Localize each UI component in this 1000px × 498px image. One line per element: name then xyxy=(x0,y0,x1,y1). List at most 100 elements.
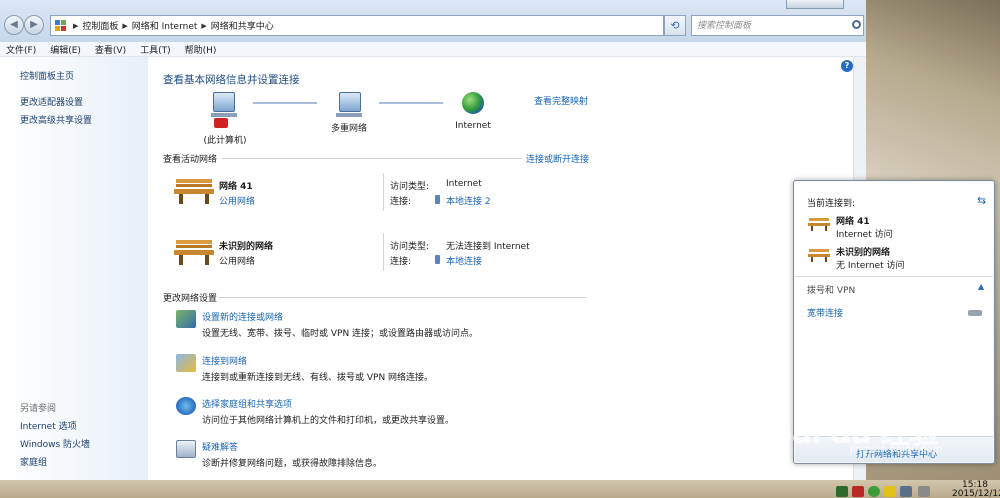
network-name: 网络 41 xyxy=(219,182,253,192)
volume-icon[interactable] xyxy=(918,486,930,497)
sidebar-item-sharing[interactable]: 更改高级共享设置 xyxy=(20,113,92,126)
breadcrumb-control-panel[interactable]: 控制面板 xyxy=(82,19,118,32)
access-type-value: Internet xyxy=(446,179,482,189)
sidebar-item-adapter[interactable]: 更改适配器设置 xyxy=(20,95,83,108)
control-panel-window: ◀ ▶ ▶ 控制面板 ▶ 网络和 Internet ▶ 网络和共享中心 ⟲ 搜索… xyxy=(0,0,866,480)
menu-file[interactable]: 文件(F) xyxy=(6,43,36,56)
flyout-network-name[interactable]: 网络 41 xyxy=(836,214,870,227)
chevron-right-icon: ▶ xyxy=(73,21,79,30)
computer-icon xyxy=(213,92,235,112)
connection-line xyxy=(253,102,317,104)
shield-icon[interactable] xyxy=(868,486,880,497)
network-type-link[interactable]: 公用网络 xyxy=(219,194,255,207)
chevron-right-icon: ▶ xyxy=(201,21,207,30)
task-homegroup[interactable]: 选择家庭组和共享选项 xyxy=(202,397,292,410)
bench-icon xyxy=(808,217,830,231)
connect-disconnect-link[interactable]: 连接或断开连接 xyxy=(526,152,589,165)
access-type-value: 无法连接到 Internet xyxy=(446,242,530,252)
tray-icon[interactable] xyxy=(836,486,848,497)
connection-link[interactable]: 本地连接 2 xyxy=(446,194,491,207)
public-network-bench-icon xyxy=(174,236,214,266)
desktop-wallpaper-corner xyxy=(865,0,1000,180)
chevron-right-icon: ▶ xyxy=(122,21,128,30)
refresh-icon[interactable]: ⇆ xyxy=(977,194,986,207)
task-troubleshoot[interactable]: 疑难解答 xyxy=(202,440,238,453)
connect-network-icon xyxy=(176,354,196,372)
sidebar-item-homegroup[interactable]: 家庭组 xyxy=(20,455,47,468)
bench-icon xyxy=(808,248,830,262)
baidu-watermark-url: jingyan.baidu.com xyxy=(850,444,943,455)
disconnected-x-icon xyxy=(214,118,228,128)
divider xyxy=(218,297,587,298)
collapse-chevron-icon[interactable]: ▲ xyxy=(978,282,984,291)
divider xyxy=(795,276,993,277)
dialup-vpn-header: 拨号和 VPN xyxy=(807,286,856,296)
search-icon[interactable] xyxy=(852,20,861,29)
divider xyxy=(222,158,522,159)
divider xyxy=(383,233,384,271)
connection-label: 连接: xyxy=(390,257,412,267)
network-type: 公用网络 xyxy=(219,257,256,267)
breadcrumb-sharing-center[interactable]: 网络和共享中心 xyxy=(211,19,274,32)
access-type-label: 访问类型: xyxy=(390,242,430,252)
divider xyxy=(383,173,384,211)
network-name: 未识别的网络 xyxy=(219,242,274,252)
connection-link[interactable]: 本地连接 xyxy=(446,254,482,267)
task-desc: 连接到或重新连接到无线、有线、拨号或 VPN 网络连接。 xyxy=(202,373,434,383)
task-desc: 访问位于其他网络计算机上的文件和打印机，或更改共享设置。 xyxy=(202,416,455,426)
menu-view[interactable]: 查看(V) xyxy=(95,43,126,56)
modem-icon xyxy=(968,310,982,316)
address-bar-area: ◀ ▶ ▶ 控制面板 ▶ 网络和 Internet ▶ 网络和共享中心 ⟲ 搜索… xyxy=(0,0,866,42)
menu-bar: 文件(F) 编辑(E) 查看(V) 工具(T) 帮助(H) xyxy=(0,42,866,57)
breadcrumb-network-internet[interactable]: 网络和 Internet xyxy=(132,19,198,32)
network-icon xyxy=(339,92,361,112)
help-icon[interactable]: ? xyxy=(841,60,853,72)
network-base xyxy=(336,113,362,117)
clock-date: 2015/12/12 xyxy=(952,489,1000,498)
refresh-button[interactable]: ⟲ xyxy=(664,15,686,36)
full-map-link[interactable]: 查看完整映射 xyxy=(534,94,588,107)
taskbar-clock[interactable]: 15:18 2015/12/12 xyxy=(952,481,1000,498)
node-label-internet: Internet xyxy=(455,121,491,131)
homegroup-icon xyxy=(176,397,196,415)
task-new-connection[interactable]: 设置新的连接或网络 xyxy=(202,310,283,323)
access-type-label: 访问类型: xyxy=(390,182,430,192)
sidebar-item-firewall[interactable]: Windows 防火墙 xyxy=(20,437,90,450)
see-also-title: 另请参阅 xyxy=(20,404,57,414)
menu-help[interactable]: 帮助(H) xyxy=(185,43,217,56)
current-connections-label: 当前连接到: xyxy=(807,199,856,209)
adapter-icon xyxy=(435,255,440,264)
network-tray-icon[interactable] xyxy=(900,486,912,497)
connection-line xyxy=(379,102,443,104)
window-control-buttons[interactable] xyxy=(786,0,844,9)
search-input[interactable]: 搜索控制面板 xyxy=(691,15,864,36)
tray-icon[interactable] xyxy=(852,486,864,497)
taskbar xyxy=(0,480,1000,498)
troubleshoot-icon xyxy=(176,440,196,458)
task-desc: 诊断并修复网络问题，或获得故障排除信息。 xyxy=(202,459,383,469)
menu-edit[interactable]: 编辑(E) xyxy=(50,43,81,56)
sidebar-item-internet-options[interactable]: Internet 选项 xyxy=(20,419,77,432)
address-box[interactable]: ▶ 控制面板 ▶ 网络和 Internet ▶ 网络和共享中心 xyxy=(50,15,664,36)
tray-icon[interactable] xyxy=(884,486,896,497)
node-label-multiple: 多重网络 xyxy=(330,124,367,134)
active-networks-header: 查看活动网络 xyxy=(163,155,218,165)
menu-tools[interactable]: 工具(T) xyxy=(140,43,171,56)
sidebar-item-home[interactable]: 控制面板主页 xyxy=(20,69,74,82)
forward-button[interactable]: ▶ xyxy=(24,15,44,35)
adapter-icon xyxy=(435,195,440,204)
internet-globe-icon xyxy=(462,92,484,114)
computer-base xyxy=(211,113,237,117)
control-panel-icon xyxy=(55,19,69,32)
public-network-bench-icon xyxy=(174,175,214,205)
back-button[interactable]: ◀ xyxy=(4,15,24,35)
node-label-computer: (此计算机) xyxy=(203,136,247,146)
task-connect[interactable]: 连接到网络 xyxy=(202,354,247,367)
connection-label: 连接: xyxy=(390,197,412,207)
new-connection-icon xyxy=(176,310,196,328)
flyout-network-name[interactable]: 未识别的网络 xyxy=(836,245,890,258)
broadband-connection[interactable]: 宽带连接 xyxy=(807,306,843,319)
task-desc: 设置无线、宽带、拨号、临时或 VPN 连接；或设置路由器或访问点。 xyxy=(202,329,479,339)
page-title: 查看基本网络信息并设置连接 xyxy=(163,74,300,86)
flyout-network-status: 无 Internet 访问 xyxy=(836,261,905,271)
